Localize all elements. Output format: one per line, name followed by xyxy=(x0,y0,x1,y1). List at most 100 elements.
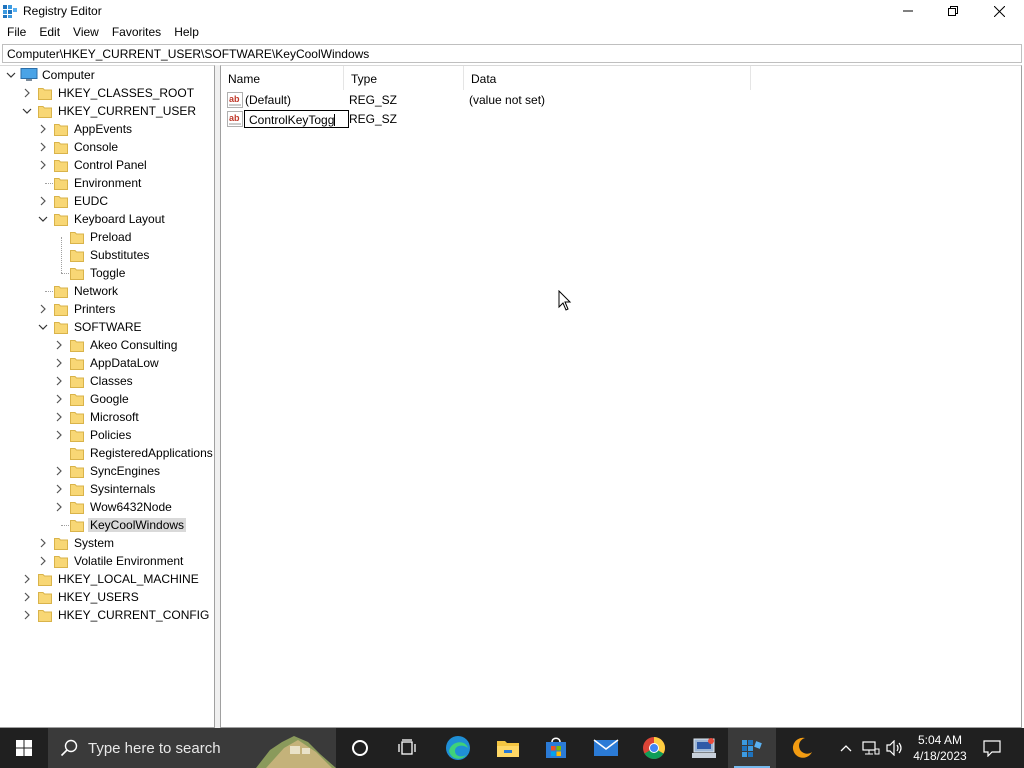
tree-item-google[interactable]: Google xyxy=(88,392,131,406)
values-list-pane[interactable]: Name Type Data ab (Default) REG_SZ (valu… xyxy=(220,65,1022,728)
chevron-right-icon[interactable] xyxy=(38,138,48,156)
chevron-right-icon[interactable] xyxy=(38,120,48,138)
task-view-button[interactable] xyxy=(384,728,432,768)
folder-icon xyxy=(70,502,84,514)
regedit-taskbar-button[interactable] xyxy=(728,728,776,768)
folder-icon xyxy=(70,394,84,406)
chevron-right-icon[interactable] xyxy=(38,552,48,570)
chevron-right-icon[interactable] xyxy=(54,390,64,408)
chevron-right-icon[interactable] xyxy=(22,606,32,624)
file-explorer-button[interactable] xyxy=(484,728,532,768)
restore-button[interactable] xyxy=(930,0,976,22)
chevron-right-icon[interactable] xyxy=(54,354,64,372)
rename-value-input[interactable]: ControlKeyTogg xyxy=(244,110,349,128)
chevron-right-icon[interactable] xyxy=(54,462,64,480)
chevron-right-icon[interactable] xyxy=(54,480,64,498)
tree-item-system[interactable]: System xyxy=(72,536,116,550)
chevron-right-icon[interactable] xyxy=(54,426,64,444)
tree-item-software[interactable]: SOFTWARE xyxy=(72,320,144,334)
volume-tray-button[interactable] xyxy=(884,728,906,768)
string-value-icon: ab xyxy=(227,92,243,108)
menu-edit[interactable]: Edit xyxy=(32,23,66,42)
mail-button[interactable] xyxy=(582,728,630,768)
chevron-down-icon[interactable] xyxy=(38,318,48,336)
tree-item-registered-apps[interactable]: RegisteredApplications xyxy=(88,446,214,460)
chevron-right-icon[interactable] xyxy=(22,588,32,606)
tree-item-appevents[interactable]: AppEvents xyxy=(72,122,134,136)
taskbar-clock[interactable]: 5:04 AM 4/18/2023 xyxy=(908,732,972,764)
tree-item-appdatalow[interactable]: AppDataLow xyxy=(88,356,161,370)
address-bar[interactable]: Computer\HKEY_CURRENT_USER\SOFTWARE\KeyC… xyxy=(2,44,1022,63)
notifications-button[interactable] xyxy=(976,728,1008,768)
tree-connector xyxy=(61,237,62,273)
chevron-right-icon[interactable] xyxy=(38,300,48,318)
chevron-right-icon[interactable] xyxy=(38,534,48,552)
menu-file[interactable]: File xyxy=(0,23,32,42)
tree-item-console[interactable]: Console xyxy=(72,140,120,154)
tree-item-network[interactable]: Network xyxy=(72,284,120,298)
tree-item-environment[interactable]: Environment xyxy=(72,176,143,190)
chevron-right-icon[interactable] xyxy=(54,408,64,426)
tree-item-printers[interactable]: Printers xyxy=(72,302,117,316)
text-caret xyxy=(334,114,336,126)
tree-item-policies[interactable]: Policies xyxy=(88,428,133,442)
menu-view[interactable]: View xyxy=(66,23,105,42)
chevron-right-icon[interactable] xyxy=(22,570,32,588)
close-button[interactable] xyxy=(976,0,1022,22)
tree-item-substitutes[interactable]: Substitutes xyxy=(88,248,151,262)
tree-item-wow6432[interactable]: Wow6432Node xyxy=(88,500,174,514)
network-tray-button[interactable] xyxy=(860,728,882,768)
value-row[interactable]: ab (Default) REG_SZ (value not set) xyxy=(225,91,745,109)
tree-item-akeo[interactable]: Akeo Consulting xyxy=(88,338,179,352)
tree-item-microsoft[interactable]: Microsoft xyxy=(88,410,141,424)
tree-item-keycoolwindows[interactable]: KeyCoolWindows xyxy=(88,518,187,532)
tree-item-sysinternals[interactable]: Sysinternals xyxy=(88,482,157,496)
value-type: REG_SZ xyxy=(349,112,398,126)
tree-item-keyboard-layout[interactable]: Keyboard Layout xyxy=(72,212,167,226)
column-header-data[interactable]: Data xyxy=(464,66,751,90)
tree-item-computer[interactable]: Computer xyxy=(40,68,97,82)
store-button[interactable] xyxy=(532,728,580,768)
menu-favorites[interactable]: Favorites xyxy=(105,23,167,42)
chevron-right-icon[interactable] xyxy=(38,192,48,210)
computer-icon xyxy=(20,68,38,81)
chevron-right-icon[interactable] xyxy=(54,372,64,390)
show-hidden-icons-button[interactable] xyxy=(836,728,856,768)
cortana-button[interactable] xyxy=(336,728,384,768)
chevron-down-icon[interactable] xyxy=(38,210,48,228)
edge-button[interactable] xyxy=(434,728,482,768)
chevron-right-icon[interactable] xyxy=(38,156,48,174)
tree-item-control-panel[interactable]: Control Panel xyxy=(72,158,149,172)
chevron-right-icon[interactable] xyxy=(54,498,64,516)
key-tree-pane[interactable]: Computer HKEY_CLASSES_ROOT HKEY_CURRENT_U… xyxy=(0,65,215,728)
chevron-down-icon[interactable] xyxy=(22,102,32,120)
tree-item-hklm[interactable]: HKEY_LOCAL_MACHINE xyxy=(56,572,201,586)
tree-item-classes[interactable]: Classes xyxy=(88,374,135,388)
chevron-right-icon[interactable] xyxy=(22,84,32,102)
column-header-name[interactable]: Name xyxy=(221,66,344,90)
close-icon xyxy=(993,5,1005,17)
tree-item-hkcu[interactable]: HKEY_CURRENT_USER xyxy=(56,104,198,118)
moon-app-button[interactable] xyxy=(778,728,826,768)
tree-item-preload[interactable]: Preload xyxy=(88,230,133,244)
tree-item-syncengines[interactable]: SyncEngines xyxy=(88,464,162,478)
tree-item-volatile-env[interactable]: Volatile Environment xyxy=(72,554,185,568)
tree-item-toggle[interactable]: Toggle xyxy=(88,266,127,280)
minimize-button[interactable] xyxy=(885,0,931,22)
folder-icon xyxy=(54,178,68,190)
value-row[interactable]: ab ControlKeyTogg REG_SZ xyxy=(225,110,745,128)
chrome-button[interactable] xyxy=(630,728,678,768)
tree-item-eudc[interactable]: EUDC xyxy=(72,194,110,208)
tree-item-hkcr[interactable]: HKEY_CLASSES_ROOT xyxy=(56,86,196,100)
title-bar[interactable]: Registry Editor xyxy=(0,0,1024,22)
menu-help[interactable]: Help xyxy=(167,23,205,42)
start-button[interactable] xyxy=(0,728,48,768)
chevron-right-icon[interactable] xyxy=(54,336,64,354)
taskbar-search-box[interactable]: Type here to search xyxy=(48,728,336,768)
column-header-type[interactable]: Type xyxy=(344,66,464,90)
tree-item-hkcc[interactable]: HKEY_CURRENT_CONFIG xyxy=(56,608,211,622)
edge-icon xyxy=(446,736,470,760)
tree-item-hku[interactable]: HKEY_USERS xyxy=(56,590,141,604)
network-tool-button[interactable] xyxy=(680,728,728,768)
chevron-down-icon[interactable] xyxy=(6,66,16,84)
